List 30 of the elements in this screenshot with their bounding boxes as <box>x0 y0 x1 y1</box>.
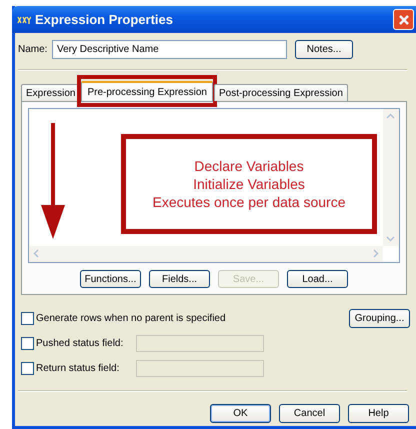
editor-button[interactable]: Fields... <box>149 270 210 288</box>
grouping-button[interactable]: Grouping... <box>349 308 410 328</box>
notes-button[interactable]: Notes... <box>295 40 353 59</box>
name-field[interactable]: Very Descriptive Name <box>52 40 287 59</box>
annotation-text: Initialize Variables <box>193 175 305 193</box>
tab[interactable]: Pre-processing Expression <box>81 81 213 101</box>
editor-button[interactable]: Functions... <box>80 270 141 288</box>
checkbox[interactable] <box>21 312 34 324</box>
editor-button[interactable]: Load... <box>287 270 348 288</box>
close-icon <box>398 14 410 26</box>
annotation-text: Executes once per data source <box>152 193 346 211</box>
checkbox-label: Generate rows when no parent is specified <box>36 312 226 324</box>
checkbox-label: Return status field: <box>36 362 120 374</box>
checkbox[interactable] <box>21 362 34 374</box>
status-field[interactable] <box>136 334 264 352</box>
annotation-text: Declare Variables <box>194 157 304 175</box>
dialog-button[interactable]: Help <box>348 404 409 423</box>
status-field[interactable] <box>136 360 264 376</box>
vertical-scrollbar[interactable] <box>383 109 399 246</box>
horizontal-scrollbar[interactable] <box>29 246 383 262</box>
close-button[interactable] <box>393 9 414 30</box>
dialog-button[interactable]: OK <box>210 404 271 423</box>
code-editor[interactable]: Declare Variables Initialize Variables Executes once per data source <box>28 108 400 263</box>
app-icon <box>17 14 31 24</box>
checkbox-label: Pushed status field: <box>36 338 124 348</box>
name-label: Name: <box>18 44 48 55</box>
window-title: Expression Properties <box>35 12 174 27</box>
dialog-button[interactable]: Cancel <box>279 404 340 423</box>
tab[interactable]: Post-processing Expression <box>214 84 348 101</box>
checkbox[interactable] <box>21 336 34 350</box>
